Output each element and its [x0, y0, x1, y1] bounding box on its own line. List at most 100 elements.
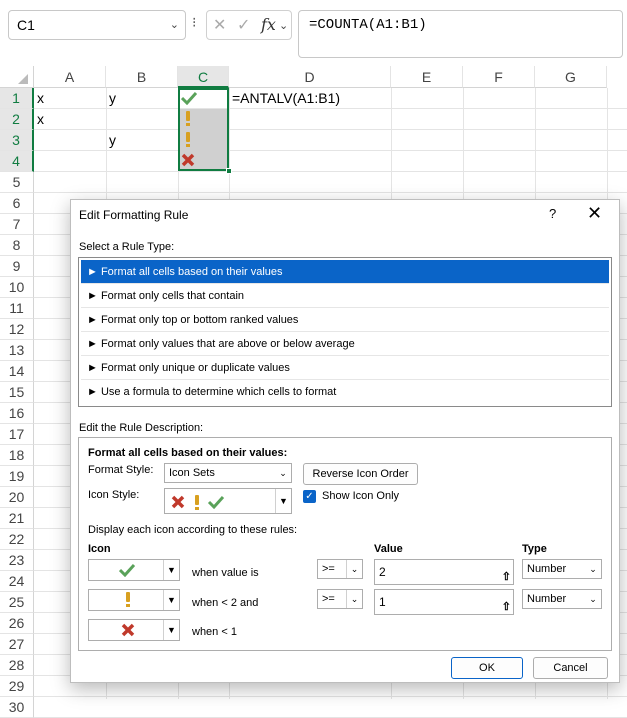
range-picker-icon[interactable]: ⇧: [502, 595, 511, 619]
chevron-down-icon: ⌄: [279, 468, 287, 478]
value-text: 2: [379, 565, 386, 579]
grid-line: [34, 696, 627, 697]
icon-select-3[interactable]: ▼: [88, 619, 180, 641]
range-picker-icon[interactable]: ⇧: [502, 565, 511, 589]
enter-icon[interactable]: ✓: [237, 15, 250, 35]
row-header[interactable]: 28: [0, 655, 34, 676]
cell-a2[interactable]: x: [35, 109, 44, 129]
row-header[interactable]: 12: [0, 319, 34, 340]
fill-handle[interactable]: [226, 168, 232, 174]
row-header[interactable]: 3: [0, 130, 34, 151]
row-header[interactable]: 25: [0, 592, 34, 613]
row-header[interactable]: 21: [0, 508, 34, 529]
column-header-b[interactable]: B: [106, 66, 178, 88]
operator-value: >=: [322, 593, 335, 605]
type-select-2[interactable]: Number ⌄: [522, 589, 602, 609]
row-header[interactable]: 7: [0, 214, 34, 235]
column-header-c[interactable]: C: [178, 66, 229, 88]
row-header[interactable]: 15: [0, 382, 34, 403]
select-all-button[interactable]: [0, 66, 34, 88]
rule-description-panel: Format all cells based on their values: …: [78, 437, 612, 651]
icon-select-2[interactable]: ▼: [88, 589, 180, 611]
row-header[interactable]: 13: [0, 340, 34, 361]
row-header[interactable]: 6: [0, 193, 34, 214]
value-input-1[interactable]: 2 ⇧: [374, 559, 514, 585]
rule-type-item[interactable]: ► Format all cells based on their values: [81, 260, 609, 284]
cell-d1[interactable]: =ANTALV(A1:B1): [230, 88, 340, 108]
row-header[interactable]: 17: [0, 424, 34, 445]
row-header[interactable]: 27: [0, 634, 34, 655]
row-header[interactable]: 23: [0, 550, 34, 571]
rule-type-list[interactable]: ► Format all cells based on their values…: [78, 257, 612, 407]
column-header-f[interactable]: F: [463, 66, 535, 88]
display-rules-label: Display each icon according to these rul…: [88, 524, 298, 536]
row-header[interactable]: 29: [0, 676, 34, 697]
value-text: 1: [379, 595, 386, 609]
row-header[interactable]: 11: [0, 298, 34, 319]
dropdown-arrow-icon: ▼: [275, 489, 291, 513]
cancel-icon[interactable]: ✕: [213, 15, 226, 35]
rule-type-item[interactable]: ► Format only top or bottom ranked value…: [81, 308, 609, 332]
formula-input[interactable]: =COUNTA(A1:B1): [298, 10, 623, 58]
value-column-header: Value: [374, 543, 403, 555]
column-header-a[interactable]: A: [34, 66, 106, 88]
type-column-header: Type: [522, 543, 547, 555]
row-header[interactable]: 22: [0, 529, 34, 550]
chevron-down-icon[interactable]: ⌄: [170, 18, 179, 31]
type-select-1[interactable]: Number ⌄: [522, 559, 602, 579]
cell-b1[interactable]: y: [107, 88, 116, 108]
row-header[interactable]: 14: [0, 361, 34, 382]
reverse-icon-order-button[interactable]: Reverse Icon Order: [303, 463, 418, 485]
icon-style-select[interactable]: ▼: [164, 488, 292, 514]
row-header[interactable]: 10: [0, 277, 34, 298]
exclamation-icon: [126, 592, 130, 607]
chevron-down-icon: ⌄: [589, 594, 597, 604]
chevron-down-icon: ⌄: [346, 560, 362, 578]
row-header[interactable]: 30: [0, 697, 34, 718]
row-header[interactable]: 16: [0, 403, 34, 424]
close-icon[interactable]: ✕: [587, 203, 602, 224]
name-box[interactable]: C1 ⌄: [8, 10, 186, 40]
chevron-down-icon[interactable]: ⌄: [279, 19, 288, 32]
chevron-down-icon: ⌄: [346, 590, 362, 608]
rule-condition-1: when value is: [192, 567, 259, 579]
row-header[interactable]: 4: [0, 151, 34, 172]
cell-a1[interactable]: x: [35, 88, 44, 108]
icon-set-preview: [171, 495, 225, 510]
more-icon[interactable]: ⁝: [192, 14, 196, 31]
cell-b3[interactable]: y: [107, 130, 116, 150]
rule-type-item[interactable]: ► Format only cells that contain: [81, 284, 609, 308]
rule-condition-2: when < 2 and: [192, 597, 259, 609]
row-header[interactable]: 8: [0, 235, 34, 256]
insert-function-icon[interactable]: fx: [261, 15, 276, 34]
column-header-e[interactable]: E: [391, 66, 463, 88]
description-heading: Format all cells based on their values:: [88, 447, 288, 459]
row-header[interactable]: 9: [0, 256, 34, 277]
formula-actions: ✕ ✓ fx ⌄: [206, 10, 292, 40]
rule-type-item[interactable]: ► Format only values that are above or b…: [81, 332, 609, 356]
format-style-select[interactable]: Icon Sets ⌄: [164, 463, 292, 483]
dialog-title: Edit Formatting Rule: [79, 208, 189, 222]
row-header[interactable]: 20: [0, 487, 34, 508]
column-header-d[interactable]: D: [229, 66, 391, 88]
row-header[interactable]: 24: [0, 571, 34, 592]
row-header[interactable]: 18: [0, 445, 34, 466]
show-icon-only-checkbox[interactable]: ✓: [303, 490, 316, 503]
rule-type-item[interactable]: ► Use a formula to determine which cells…: [81, 380, 609, 404]
operator-select-2[interactable]: >= ⌄: [317, 589, 363, 609]
rule-type-item[interactable]: ► Format only unique or duplicate values: [81, 356, 609, 380]
operator-select-1[interactable]: >= ⌄: [317, 559, 363, 579]
row-header[interactable]: 1: [0, 88, 34, 109]
row-header[interactable]: 19: [0, 466, 34, 487]
cancel-button[interactable]: Cancel: [533, 657, 608, 679]
exclamation-icon: [186, 111, 190, 126]
value-input-2[interactable]: 1 ⇧: [374, 589, 514, 615]
column-header-g[interactable]: G: [535, 66, 607, 88]
cross-icon: [181, 153, 195, 167]
ok-button[interactable]: OK: [451, 657, 523, 679]
row-header[interactable]: 2: [0, 109, 34, 130]
icon-select-1[interactable]: ▼: [88, 559, 180, 581]
row-header[interactable]: 26: [0, 613, 34, 634]
row-header[interactable]: 5: [0, 172, 34, 193]
help-icon[interactable]: ?: [549, 206, 556, 221]
